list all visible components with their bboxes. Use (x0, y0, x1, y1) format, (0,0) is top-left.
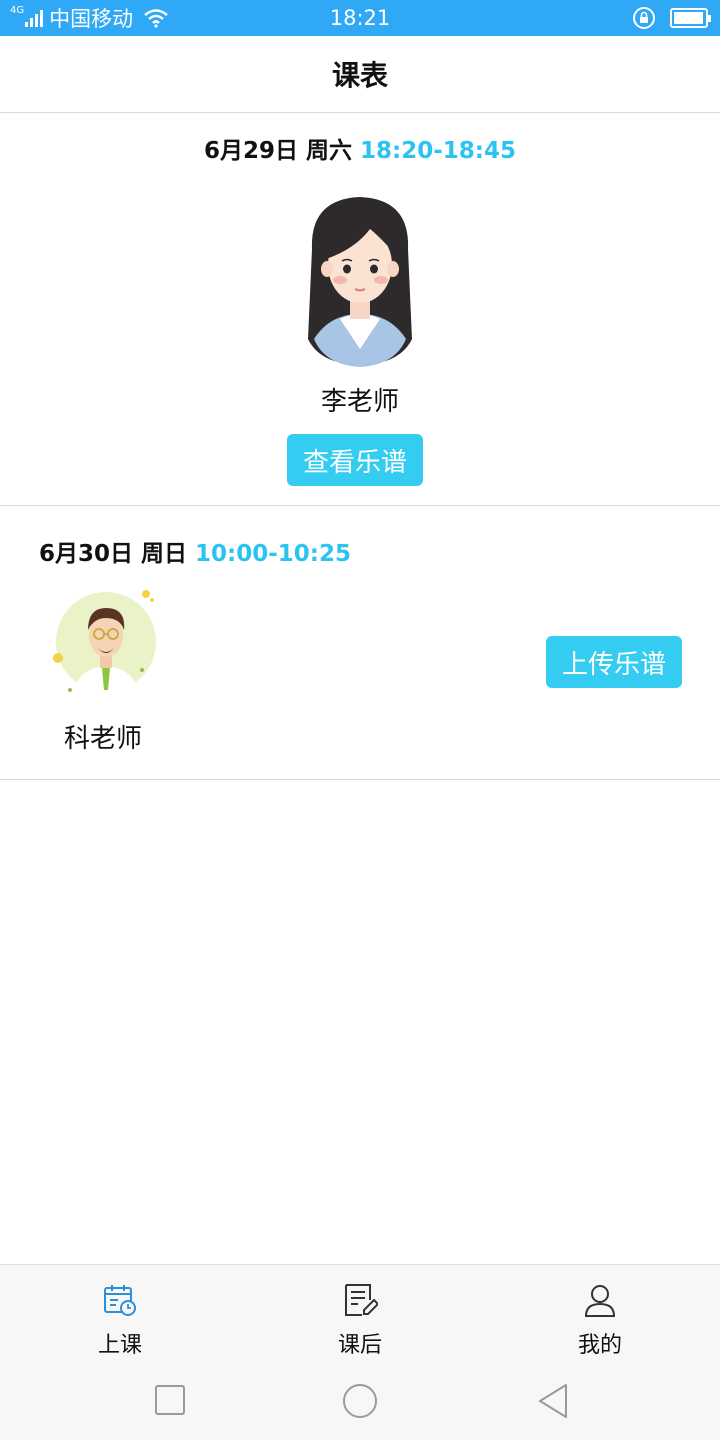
status-right (632, 6, 711, 30)
view-score-button[interactable]: 查看乐谱 (287, 434, 423, 486)
note-edit-icon (345, 1284, 378, 1316)
lesson-date: 6月30日 周日 (39, 541, 188, 567)
teacher-name: 李老师 (320, 387, 399, 417)
tab-after-class[interactable]: 课后 (300, 1265, 420, 1363)
home-icon[interactable] (341, 1382, 379, 1420)
status-bar: 4G 中国移动 18:21 (0, 0, 720, 36)
tab-label: 我的 (577, 1333, 622, 1358)
lesson-date-line: 6月30日 周日 10:00-10:25 (39, 534, 351, 568)
battery-level (674, 12, 703, 24)
lesson-card: 6月30日 周日 10:00-10:25 科老师 上传乐谱 (0, 506, 720, 780)
calendar-clock-icon (104, 1285, 136, 1316)
app-screen: 4G 中国移动 18:21 课表 6月29日 周六 18:20-18:45 李老… (0, 0, 720, 1440)
lesson-time: 10:00-10:25 (195, 541, 352, 567)
battery-icon (670, 8, 711, 28)
lesson-time: 18:20-18:45 (360, 138, 516, 164)
female-teacher-avatar[interactable] (300, 189, 420, 369)
bottom-tab-bar: 上课 课后 我的 (0, 1264, 720, 1362)
male-teacher-avatar[interactable] (50, 586, 162, 698)
tab-mine[interactable]: 我的 (540, 1265, 660, 1363)
page-title: 课表 (331, 59, 388, 92)
lesson-date: 6月29日 周六 (203, 138, 353, 164)
recent-apps-icon[interactable] (154, 1382, 186, 1418)
lesson-date-line: 6月29日 周六 18:20-18:45 (0, 131, 720, 165)
rotation-lock-icon (633, 7, 655, 29)
upload-score-button[interactable]: 上传乐谱 (546, 636, 682, 688)
tab-label: 上课 (97, 1333, 142, 1358)
clock: 18:21 (329, 6, 391, 30)
system-nav-bar (0, 1362, 720, 1440)
person-icon (584, 1285, 616, 1317)
tab-class[interactable]: 上课 (60, 1265, 180, 1363)
tab-label: 课后 (337, 1333, 382, 1358)
teacher-name: 科老师 (64, 724, 143, 754)
lesson-card: 6月29日 周六 18:20-18:45 李老师 查看乐谱 (0, 113, 720, 506)
title-bar: 课表 (0, 36, 720, 113)
back-icon[interactable] (536, 1382, 572, 1420)
